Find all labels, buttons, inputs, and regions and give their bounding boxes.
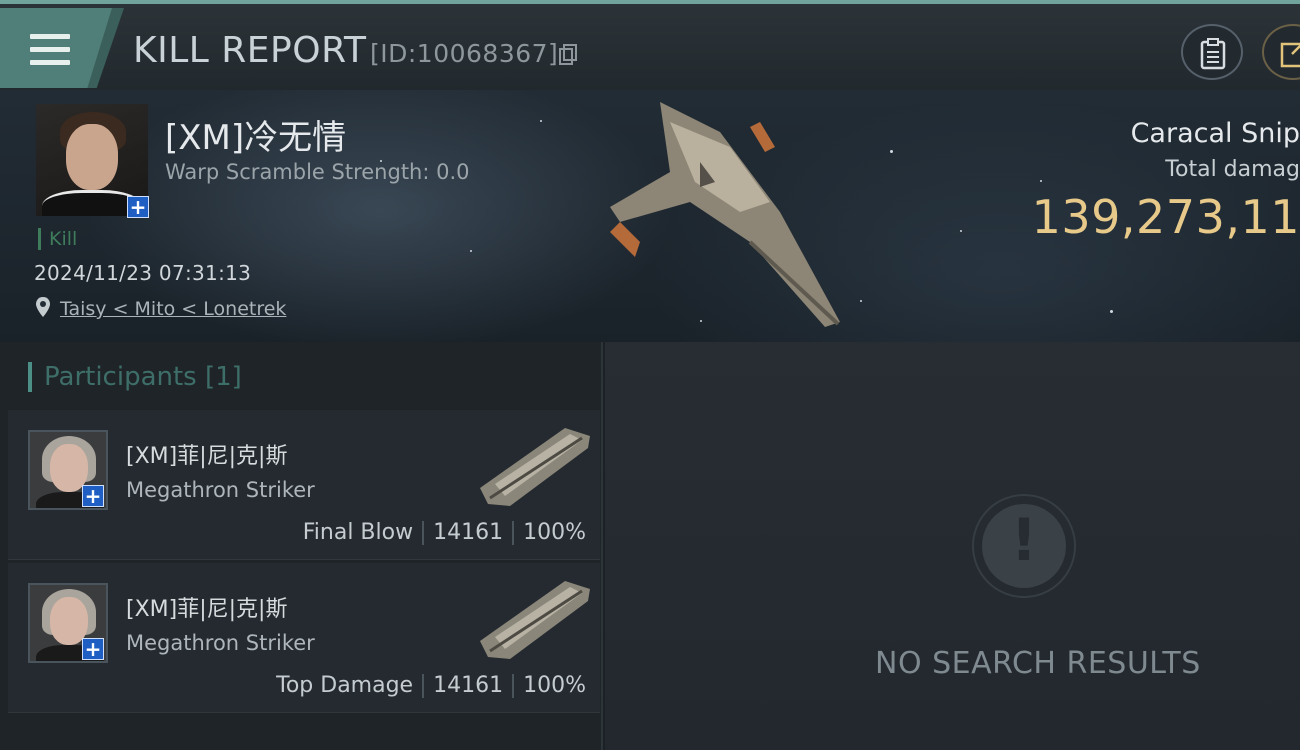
report-id: [ID:10068367] (370, 39, 559, 68)
participant-name: [XM]菲|尼|克|斯 (126, 597, 288, 622)
plus-icon[interactable]: + (127, 196, 149, 218)
external-link-button[interactable] (1262, 24, 1300, 80)
participant-name: [XM]菲|尼|克|斯 (126, 444, 288, 469)
participant-role: Final Blow (302, 520, 414, 545)
kill-datetime: 2024/11/23 07:31:13 (34, 261, 252, 285)
participant-row[interactable]: + [XM]菲|尼|克|斯 Megathron Striker Top Dama… (8, 563, 600, 713)
location-link[interactable]: Taisy < Mito < Lonetrek (60, 298, 286, 320)
clipboard-button[interactable] (1181, 24, 1243, 80)
location-pin-icon (36, 297, 50, 317)
plus-icon[interactable]: + (82, 485, 104, 507)
participant-damage: 14161 (433, 673, 504, 698)
plus-icon[interactable]: + (82, 638, 104, 660)
copy-icon[interactable] (558, 44, 578, 66)
empty-state-message: NO SEARCH RESULTS (875, 646, 1201, 681)
page-title: KILL REPORT (133, 30, 367, 71)
participant-ship-image (480, 581, 590, 659)
victim-ship-name[interactable]: Caracal Snip (1131, 118, 1300, 149)
victim-ship-image (610, 102, 840, 327)
exclamation-icon: ! (972, 494, 1076, 598)
kill-tag: Kill (38, 228, 77, 250)
participant-stats: Final Blow 14161 100% (303, 520, 586, 545)
participant-percent: 100% (523, 673, 586, 698)
participants-header: Participants [1] (28, 362, 242, 392)
total-damage-label: Total damag (1165, 157, 1300, 182)
participant-percent: 100% (523, 520, 586, 545)
participant-ship: Megathron Striker (126, 631, 315, 655)
warp-scramble-strength: Warp Scramble Strength: 0.0 (165, 160, 470, 184)
external-link-icon (1280, 42, 1300, 68)
hamburger-menu-icon[interactable] (30, 34, 70, 66)
participant-row[interactable]: + [XM]菲|尼|克|斯 Megathron Striker Final Bl… (8, 410, 600, 560)
top-bar: KILL REPORT [ID:10068367] (0, 0, 1300, 90)
participant-role: Top Damage (276, 673, 414, 698)
participant-stats: Top Damage 14161 100% (276, 673, 586, 698)
participant-ship-image (480, 428, 590, 506)
clipboard-icon (1200, 38, 1226, 70)
search-results-panel (605, 342, 1300, 750)
participant-damage: 14161 (433, 520, 504, 545)
victim-name[interactable]: [XM]冷无情 (165, 110, 346, 159)
participant-ship: Megathron Striker (126, 478, 315, 502)
total-damage-value: 139,273,11 (1031, 190, 1300, 244)
